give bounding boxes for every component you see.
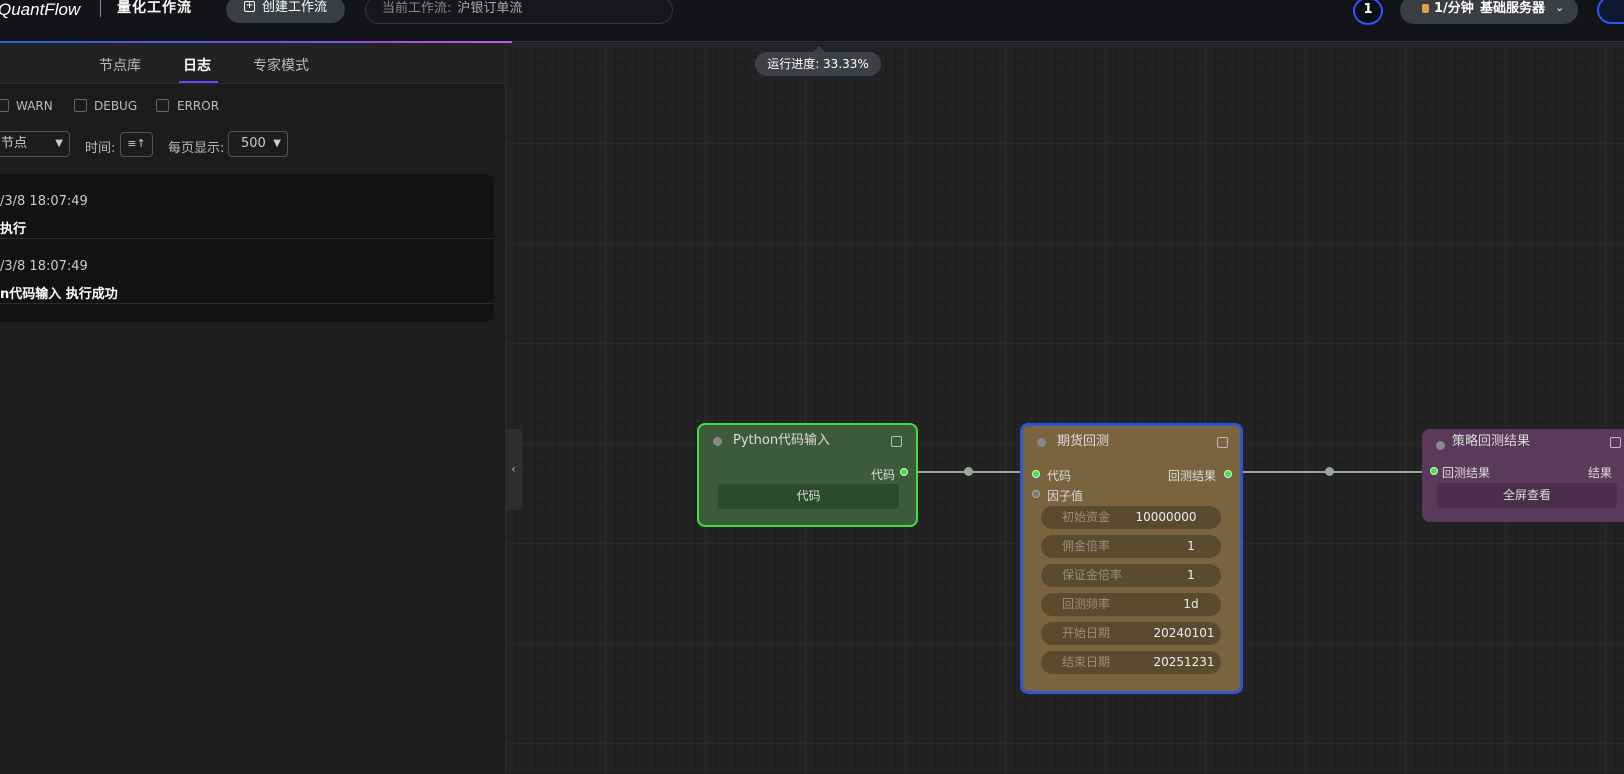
user-count-badge[interactable]: 1 xyxy=(1353,0,1383,25)
param-value: 10000000 xyxy=(1135,510,1197,524)
param-key: 佣金倍率 xyxy=(1062,539,1111,553)
debug-checkbox[interactable] xyxy=(74,99,87,112)
input-port-label: 回测结果 xyxy=(1442,466,1491,480)
log-message: 执行 xyxy=(0,222,27,237)
node-title: 期货回测 xyxy=(1057,434,1110,449)
node-title: 策略回测结果 xyxy=(1452,434,1531,449)
log-message: n代码输入 执行成功 xyxy=(0,287,118,302)
output-port-label: 结果 xyxy=(1588,466,1613,480)
status-dot xyxy=(1037,438,1046,447)
fullscreen-view-button[interactable]: 全屏查看 xyxy=(1437,483,1617,508)
wire-midpoint[interactable] xyxy=(964,467,973,476)
sort-time-button[interactable]: ≡↑ xyxy=(120,132,153,157)
output-port[interactable] xyxy=(900,468,908,476)
chevron-down-icon: ⌄ xyxy=(1555,1,1565,14)
chevron-down-icon: ▼ xyxy=(55,138,63,149)
node-python-input[interactable]: Python代码输入 代码 代码 xyxy=(697,423,918,527)
current-workflow-field[interactable]: 当前工作流: 沪银订单流 xyxy=(365,0,673,24)
log-time: /3/8 18:07:49 xyxy=(0,259,88,274)
current-workflow-prefix: 当前工作流: xyxy=(382,1,452,16)
param-key: 结束日期 xyxy=(1062,655,1111,669)
wire-midpoint[interactable] xyxy=(1325,467,1334,476)
code-edit-button[interactable]: 代码 xyxy=(718,484,899,509)
create-workflow-label: 创建工作流 xyxy=(262,0,328,15)
input-port[interactable] xyxy=(1032,470,1040,478)
warn-label: WARN xyxy=(16,99,53,113)
server-select-button[interactable]: 1/分钟 基础服务器 ⌄ xyxy=(1400,0,1578,24)
sort-icon: ≡↑ xyxy=(127,137,146,150)
error-label: ERROR xyxy=(177,99,220,113)
time-label: 时间: xyxy=(85,141,116,156)
error-checkbox[interactable] xyxy=(156,99,169,112)
node-select[interactable]: 节点 ▼ xyxy=(0,131,70,157)
node-backtest-result[interactable]: 策略回测结果 回测结果 结果 全屏查看 xyxy=(1422,429,1624,522)
output-port[interactable] xyxy=(1224,470,1232,478)
plus-icon: + xyxy=(244,0,255,12)
server-label: 基础服务器 xyxy=(1480,1,1546,16)
log-list: /3/8 18:07:49 执行 /3/8 18:07:49 n代码输入 执行成… xyxy=(0,174,494,322)
active-tab-indicator xyxy=(179,81,218,83)
tab-node-library[interactable]: 节点库 xyxy=(99,55,141,75)
param-frequency[interactable]: 回测频率 1d xyxy=(1041,593,1221,616)
chevron-left-icon: ‹ xyxy=(511,462,516,476)
page-size-label: 每页显示: xyxy=(168,141,225,156)
chevron-down-icon: ▼ xyxy=(273,138,281,149)
create-workflow-button[interactable]: + 创建工作流 xyxy=(226,0,345,23)
param-key: 回测频率 xyxy=(1062,597,1111,611)
edit-icon[interactable] xyxy=(891,436,902,447)
log-time: /3/8 18:07:49 xyxy=(0,194,88,209)
coin-icon xyxy=(1422,4,1429,13)
top-bar: QuantFlow 量化工作流 + 创建工作流 当前工作流: 沪银订单流 1 1/… xyxy=(0,0,1624,42)
edit-icon[interactable] xyxy=(1610,437,1621,448)
user-count: 1 xyxy=(1363,2,1373,17)
list-item: /3/8 18:07:49 n代码输入 执行成功 xyxy=(0,239,494,304)
side-panel: 节点库 日志 专家模式 WARN DEBUG ERROR 节点 ▼ 时间: ≡↑… xyxy=(0,43,505,774)
node-select-value: 节点 xyxy=(1,136,28,151)
tab-expert-mode[interactable]: 专家模式 xyxy=(253,55,309,75)
list-item: /3/8 18:07:49 执行 xyxy=(0,174,494,239)
panel-tabs: 节点库 日志 专家模式 xyxy=(0,43,505,84)
collapse-panel-button[interactable]: ‹ xyxy=(505,429,522,510)
run-progress-tooltip: 运行进度: 33.33% xyxy=(755,46,881,76)
page-size-select[interactable]: 500 ▼ xyxy=(228,131,288,157)
debug-label: DEBUG xyxy=(94,99,138,113)
input-port-label: 代码 xyxy=(1047,469,1072,483)
rate-label: 1/分钟 xyxy=(1434,1,1474,16)
node-title: Python代码输入 xyxy=(733,433,831,448)
app-subtitle: 量化工作流 xyxy=(117,0,192,16)
input-port[interactable] xyxy=(1032,490,1040,498)
output-port-label: 代码 xyxy=(871,468,896,482)
brand-divider xyxy=(100,0,101,17)
tab-logs[interactable]: 日志 xyxy=(183,55,211,75)
input-port[interactable] xyxy=(1430,467,1438,475)
param-end-date[interactable]: 结束日期 20251231 xyxy=(1041,651,1221,674)
brand-logo: QuantFlow xyxy=(0,0,81,19)
edit-icon[interactable] xyxy=(1217,437,1228,448)
param-value: 1 xyxy=(1187,539,1195,553)
param-margin-rate[interactable]: 保证金倍率 1 xyxy=(1041,564,1221,587)
param-commission-rate[interactable]: 佣金倍率 1 xyxy=(1041,535,1221,558)
param-start-date[interactable]: 开始日期 20240101 xyxy=(1041,622,1221,645)
status-dot xyxy=(713,437,722,446)
run-button[interactable] xyxy=(1597,0,1624,24)
param-key: 保证金倍率 xyxy=(1062,568,1123,582)
param-value: 20251231 xyxy=(1153,655,1215,669)
page-size-value: 500 xyxy=(241,136,266,151)
output-port-label: 回测结果 xyxy=(1168,469,1217,483)
param-key: 开始日期 xyxy=(1062,626,1111,640)
current-workflow-value: 沪银订单流 xyxy=(457,1,523,16)
param-value: 20240101 xyxy=(1153,626,1215,640)
param-initial-capital[interactable]: 初始资金 10000000 xyxy=(1041,506,1221,529)
input-port-label: 因子值 xyxy=(1047,489,1084,503)
param-key: 初始资金 xyxy=(1062,510,1111,524)
param-value: 1d xyxy=(1183,597,1199,611)
param-value: 1 xyxy=(1187,568,1195,582)
status-dot xyxy=(1436,441,1445,450)
warn-checkbox[interactable] xyxy=(0,99,9,112)
